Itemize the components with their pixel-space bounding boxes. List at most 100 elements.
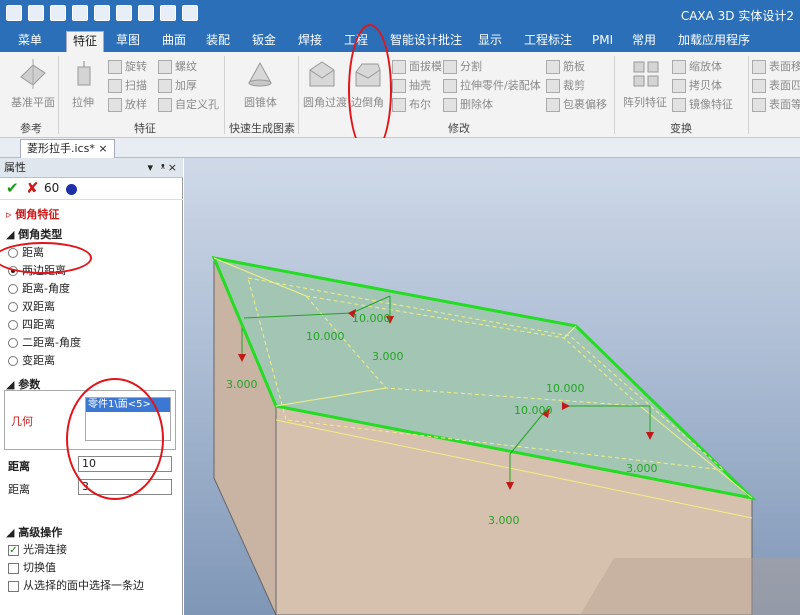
tab-pmi[interactable]: PMI <box>586 31 619 52</box>
model-shadow <box>580 558 800 615</box>
fillet-icon[interactable] <box>302 56 342 92</box>
checkbox-icon <box>8 562 19 574</box>
trim-button[interactable]: 裁剪 <box>546 77 585 93</box>
surface-match-icon <box>752 79 766 93</box>
tab-display[interactable]: 显示 <box>472 31 508 52</box>
dropdown-icon[interactable]: ▾ <box>147 158 153 178</box>
extrude-icon[interactable] <box>64 56 104 92</box>
tab-dimension[interactable]: 工程标注 <box>518 31 578 52</box>
radio-two-distance-angle[interactable]: 二距离-角度 <box>8 334 81 350</box>
tab-sheetmetal[interactable]: 钣金 <box>246 31 282 52</box>
custom-hole-icon <box>158 98 172 112</box>
tab-surface[interactable]: 曲面 <box>156 31 192 52</box>
tab-menu[interactable]: 菜单 <box>12 31 48 52</box>
section-chamfer-feature[interactable]: ▹ 倒角特征 <box>6 206 59 222</box>
mail-icon[interactable] <box>28 5 44 21</box>
preview-icon[interactable] <box>50 5 66 21</box>
copy-body-button[interactable]: 拷贝体 <box>672 77 722 93</box>
tab-addins[interactable]: 加载应用程序 <box>672 31 756 52</box>
pattern-button[interactable]: 阵列特征 <box>623 94 667 110</box>
panel-title: 属性 <box>4 161 26 174</box>
revolve-icon <box>108 60 122 74</box>
surface-move-icon <box>752 60 766 74</box>
surface-offset-button[interactable]: 表面等 <box>752 96 800 112</box>
tab-common[interactable]: 常用 <box>626 31 662 52</box>
fillet-button[interactable]: 圆角过渡 <box>303 94 347 110</box>
boolean-icon <box>392 98 406 112</box>
close-icon[interactable]: × <box>98 142 107 155</box>
confirm-icon[interactable]: ✔ <box>6 179 19 197</box>
stretch-part-button[interactable]: 拉伸零件/装配体 <box>443 77 541 93</box>
new-icon[interactable] <box>6 5 22 21</box>
help-icon[interactable] <box>66 184 77 195</box>
tab-smart-annotation[interactable]: 智能设计批注 <box>384 31 468 52</box>
shell-button[interactable]: 抽壳 <box>392 77 431 93</box>
redo-icon[interactable] <box>138 5 154 21</box>
tab-sketch[interactable]: 草图 <box>110 31 146 52</box>
pin-icon[interactable]: ᵜ <box>161 158 165 178</box>
loft-icon <box>108 98 122 112</box>
mirror-feature-button[interactable]: 镜像特征 <box>672 96 733 112</box>
extrude-button[interactable]: 拉伸 <box>72 94 94 110</box>
tab-weld[interactable]: 焊接 <box>292 31 328 52</box>
rib-button[interactable]: 筋板 <box>546 58 585 74</box>
tab-feature[interactable]: 特征 <box>66 31 105 52</box>
render-icon[interactable] <box>160 5 176 21</box>
scale-body-button[interactable]: 缩放体 <box>672 58 722 74</box>
document-tab[interactable]: 菱形拉手.ics* × <box>20 139 115 158</box>
cancel-icon[interactable]: ✘ <box>26 179 39 197</box>
face-draft-button[interactable]: 面拔模 <box>392 58 442 74</box>
cone-icon[interactable] <box>240 56 280 92</box>
close-icon[interactable]: × <box>168 158 177 178</box>
surface-match-button[interactable]: 表面匹 <box>752 77 800 93</box>
datum-plane-icon[interactable] <box>12 56 52 92</box>
group-separator <box>224 56 225 134</box>
3d-viewport[interactable]: 10.000 3.000 10.000 10.000 3.000 3.000 3… <box>184 158 800 615</box>
property-panel: 属性 ▾ ᵜ × ✔ ✘ 60 ▹ 倒角特征 ◢ 倒角类型 距离 两边距离 距离… <box>0 158 183 615</box>
tab-assembly[interactable]: 装配 <box>200 31 236 52</box>
checkbox-select-edge[interactable]: 从选择的面中选择一条边 <box>8 577 144 593</box>
section-advanced[interactable]: ◢ 高级操作 <box>6 524 62 540</box>
save-icon[interactable] <box>94 5 110 21</box>
thicken-button[interactable]: 加厚 <box>158 77 197 93</box>
group-label-quick: 快速生成图素 <box>229 122 295 135</box>
group-separator <box>58 56 59 134</box>
checkbox-smooth-connect[interactable]: ✓ 光滑连接 <box>8 541 67 557</box>
datum-plane-button[interactable]: 基准平面 <box>11 94 55 110</box>
group-separator <box>298 56 299 134</box>
pattern-icon[interactable] <box>626 56 666 92</box>
surface-move-button[interactable]: 表面移 <box>752 58 800 74</box>
custom-hole-button[interactable]: 自定义孔 <box>158 96 219 112</box>
radio-four-distance[interactable]: 四距离 <box>8 316 55 332</box>
thicken-icon <box>158 79 172 93</box>
model-view: 10.000 3.000 10.000 10.000 3.000 3.000 3… <box>211 256 800 615</box>
group-label-transform: 变换 <box>670 122 692 135</box>
panel-toolbar: ✔ ✘ 60 <box>0 178 183 200</box>
radio-variable-distance[interactable]: 变距离 <box>8 352 55 368</box>
document-tabs: 菱形拉手.ics* × <box>0 138 800 158</box>
toolkit-icon[interactable] <box>182 5 198 21</box>
rib-icon <box>546 60 560 74</box>
window-title: CAXA 3D 实体设计2 <box>680 9 794 23</box>
cone-button[interactable]: 圆锥体 <box>244 94 277 110</box>
radio-double-distance[interactable]: 双距离 <box>8 298 55 314</box>
preview-icon[interactable]: 60 <box>44 181 59 195</box>
radio-distance-angle[interactable]: 距离-角度 <box>8 280 70 296</box>
checkbox-switch-value[interactable]: 切换值 <box>8 559 56 575</box>
revolve-button[interactable]: 旋转 <box>108 58 147 74</box>
boolean-button[interactable]: 布尔 <box>392 96 431 112</box>
delete-body-button[interactable]: 删除体 <box>443 96 493 112</box>
open-folder-icon[interactable] <box>72 5 88 21</box>
sweep-button[interactable]: 扫描 <box>108 77 147 93</box>
split-button[interactable]: 分割 <box>443 58 482 74</box>
wrap-offset-button[interactable]: 包裹偏移 <box>546 96 607 112</box>
face-draft-icon <box>392 60 406 74</box>
undo-icon[interactable] <box>116 5 132 21</box>
section-chamfer-type[interactable]: ◢ 倒角类型 <box>6 226 62 242</box>
sweep-icon <box>108 79 122 93</box>
delete-body-icon <box>443 98 457 112</box>
loft-button[interactable]: 放样 <box>108 96 147 112</box>
checkbox-checked-icon: ✓ <box>8 544 19 556</box>
thread-button[interactable]: 螺纹 <box>158 58 197 74</box>
copy-body-icon <box>672 79 686 93</box>
